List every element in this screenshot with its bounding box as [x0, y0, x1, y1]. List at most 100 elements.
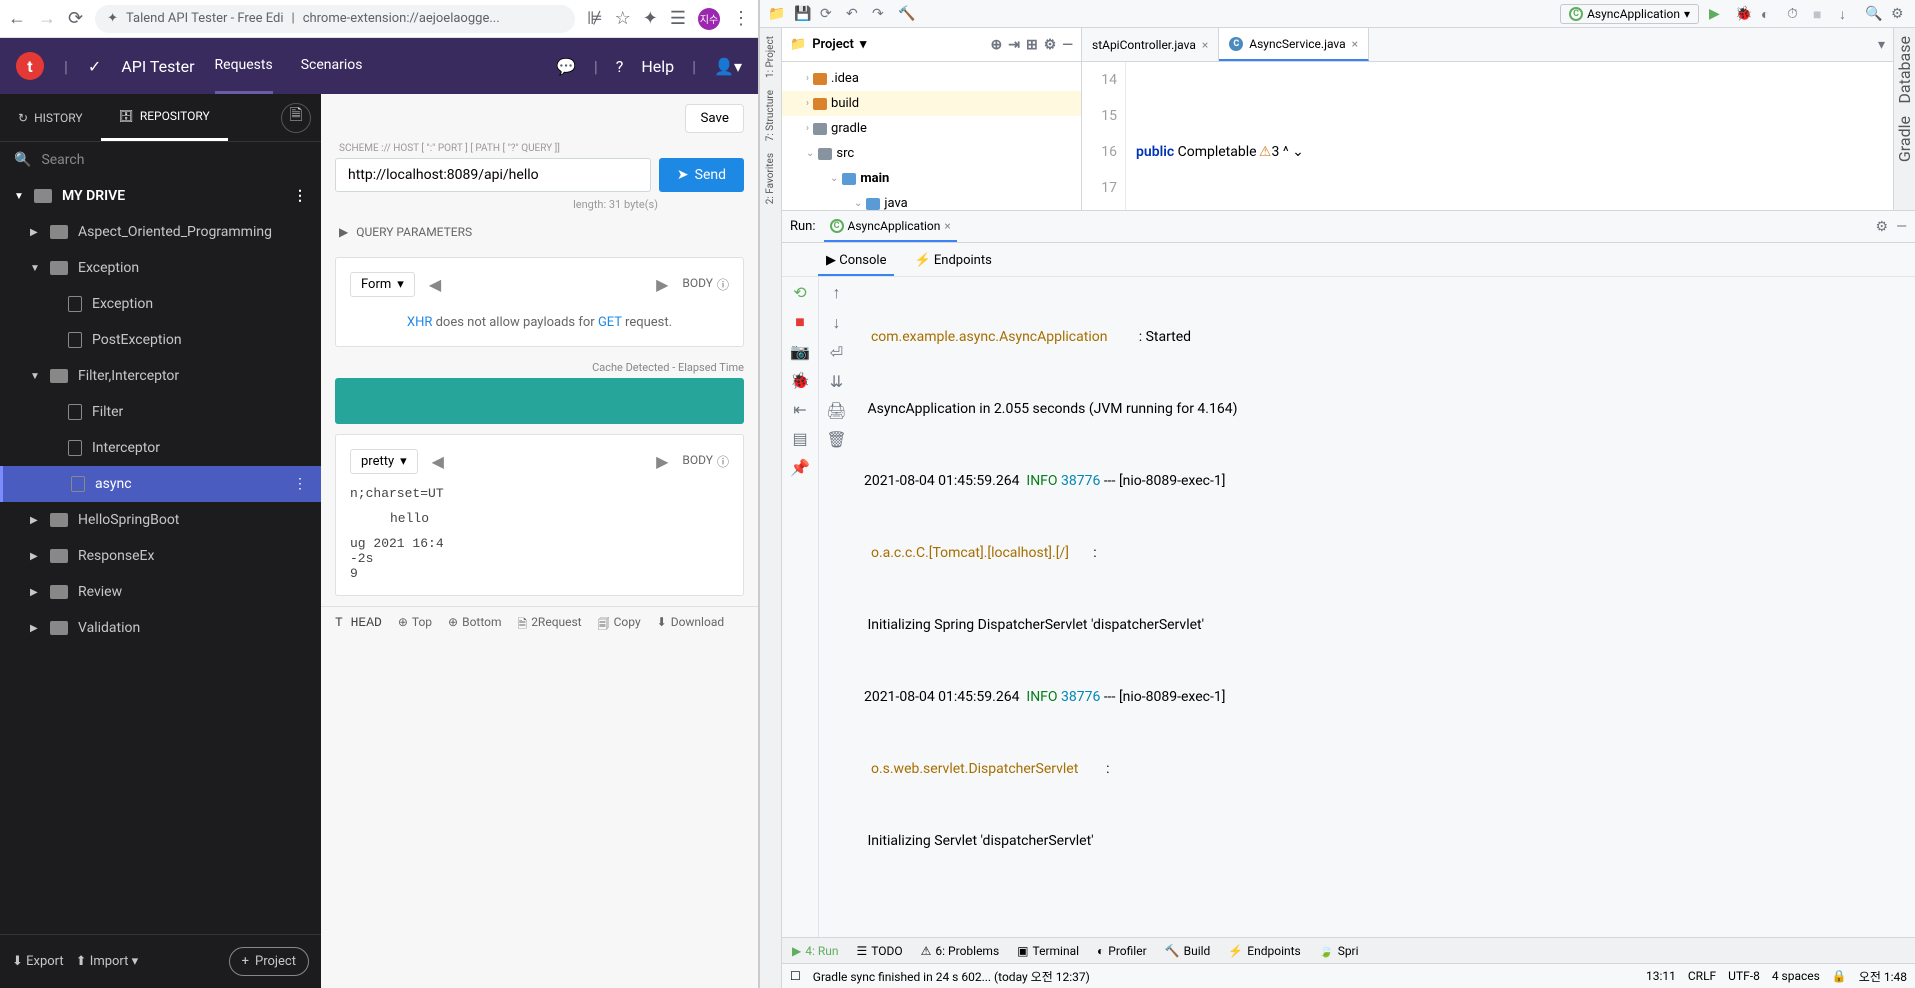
- down-icon[interactable]: ↓: [833, 313, 841, 333]
- btab-todo[interactable]: ☰ TODO: [857, 944, 903, 958]
- check-icon[interactable]: ✓: [88, 57, 101, 76]
- btab-build[interactable]: 🔨 Build: [1165, 944, 1211, 958]
- print-icon[interactable]: 🖨: [826, 401, 846, 420]
- my-drive[interactable]: ▼MY DRIVE⋮: [0, 178, 321, 214]
- debug-icon[interactable]: 🐞: [1735, 6, 1751, 22]
- project-button[interactable]: + Project: [229, 947, 309, 976]
- reload-icon[interactable]: ⟳: [68, 8, 83, 29]
- query-params-toggle[interactable]: ▶QUERY PARAMETERS: [321, 217, 758, 247]
- bottom-button[interactable]: ⊕Bottom: [448, 615, 501, 636]
- settings-icon[interactable]: ⚙: [1891, 6, 1907, 22]
- bug-icon[interactable]: 🐞: [790, 371, 810, 390]
- status-icon[interactable]: ☐: [790, 969, 801, 983]
- item-hellospring[interactable]: ▶HelloSpringBoot: [0, 502, 321, 538]
- exit-icon[interactable]: ⇤: [793, 400, 806, 419]
- menu-icon[interactable]: ⋮: [732, 8, 750, 29]
- save-button[interactable]: Save: [685, 104, 744, 133]
- tree-gradle[interactable]: ›gradle: [782, 116, 1081, 141]
- profile-icon[interactable]: ⏱: [1787, 6, 1803, 22]
- btab-spring[interactable]: 🍃 Spri: [1319, 944, 1359, 958]
- side-tab-gradle[interactable]: Gradle: [1895, 116, 1914, 162]
- split-icon[interactable]: ⊞: [1026, 37, 1038, 53]
- save-icon[interactable]: 💾: [794, 6, 810, 22]
- tab-repository[interactable]: 🗄REPOSITORY: [101, 94, 228, 141]
- search-icon[interactable]: 🔍: [1865, 6, 1881, 22]
- top-button[interactable]: ⊕Top: [398, 615, 432, 636]
- scroll-icon[interactable]: ⇊: [830, 372, 843, 391]
- btab-terminal[interactable]: ▣ Terminal: [1017, 944, 1079, 958]
- item-filter[interactable]: Filter: [0, 394, 321, 430]
- nav-scenarios[interactable]: Scenarios: [301, 39, 363, 94]
- extensions-icon[interactable]: ✦: [643, 8, 658, 29]
- prev-icon[interactable]: ◀: [429, 275, 441, 294]
- side-tab-structure[interactable]: 7: Structure: [765, 90, 776, 141]
- side-tab-project[interactable]: 1: Project: [765, 36, 776, 78]
- send-button[interactable]: ➤Send: [659, 158, 744, 192]
- address-bar[interactable]: ✦ Talend API Tester - Free Edi | chrome-…: [95, 5, 575, 33]
- expand-icon[interactable]: ▶: [656, 275, 668, 294]
- minimize-icon[interactable]: —: [1896, 219, 1907, 235]
- tree-src[interactable]: ⌄src: [782, 141, 1081, 166]
- trash-icon[interactable]: 🗑: [826, 430, 846, 449]
- editor-tab-restapi[interactable]: stApiController.java×: [1082, 28, 1219, 61]
- nav-requests[interactable]: Requests: [215, 39, 273, 94]
- tree-java[interactable]: ⌄java: [782, 191, 1081, 210]
- editor-tab-asyncservice[interactable]: CAsyncService.java×: [1219, 28, 1369, 61]
- target-icon[interactable]: ⊕: [991, 37, 1003, 53]
- form-dropdown[interactable]: Form▾: [350, 272, 415, 297]
- item-async[interactable]: async⋮: [0, 466, 321, 502]
- pin-icon[interactable]: 📌: [790, 458, 810, 477]
- close-icon[interactable]: ×: [1202, 38, 1208, 52]
- run-config-select[interactable]: CAsyncApplication▾: [1560, 4, 1699, 24]
- project-label[interactable]: Project: [812, 37, 854, 52]
- url-input[interactable]: [335, 158, 651, 192]
- gear-icon[interactable]: ⚙: [1876, 219, 1889, 235]
- star-icon[interactable]: ☆: [615, 8, 631, 29]
- help-label[interactable]: Help: [641, 57, 674, 76]
- build-icon[interactable]: 🔨: [898, 6, 914, 22]
- item-review[interactable]: ▶Review: [0, 574, 321, 610]
- up-icon[interactable]: ↑: [833, 283, 841, 303]
- pretty-dropdown[interactable]: pretty▾: [350, 449, 418, 474]
- profile-avatar[interactable]: 지수: [698, 8, 720, 30]
- reading-list-icon[interactable]: ☰: [670, 8, 686, 29]
- collapse-icon[interactable]: ⇥: [1008, 37, 1020, 53]
- tree-idea[interactable]: ›.idea: [782, 66, 1081, 91]
- coverage-icon[interactable]: ◐: [1761, 6, 1777, 22]
- prev-icon[interactable]: ◀: [432, 452, 444, 471]
- line-ending[interactable]: CRLF: [1688, 969, 1716, 983]
- stop-icon[interactable]: ■: [795, 312, 805, 332]
- translate-icon[interactable]: ⊯: [587, 8, 603, 29]
- vcs-icon[interactable]: ↓: [1839, 6, 1855, 22]
- export-button[interactable]: ⬇ Export: [12, 954, 64, 969]
- help-icon[interactable]: ?: [616, 57, 624, 76]
- item-exception-file[interactable]: Exception: [0, 286, 321, 322]
- run-tab-asyncapp[interactable]: CAsyncApplication×: [824, 211, 957, 242]
- btab-endpoints[interactable]: ⚡ Endpoints: [1228, 944, 1300, 958]
- code-area[interactable]: public Completable⚠3 ^ ⌄ return new Asyn…: [1126, 62, 1310, 210]
- import-button[interactable]: ⬆ Import ▾: [76, 954, 139, 969]
- forward-icon[interactable]: →: [38, 8, 56, 29]
- tree-main[interactable]: ⌄main: [782, 166, 1081, 191]
- wrap-icon[interactable]: ⏎: [830, 343, 843, 362]
- item-interceptor[interactable]: Interceptor: [0, 430, 321, 466]
- run-icon[interactable]: ▶: [1709, 6, 1725, 22]
- folder-open-icon[interactable]: 📁: [768, 6, 784, 22]
- tab-history[interactable]: ↻HISTORY: [0, 111, 101, 125]
- expand-icon[interactable]: ▶: [656, 452, 668, 471]
- side-tab-favorites[interactable]: 2: Favorites: [765, 153, 776, 204]
- gear-icon[interactable]: ⚙: [1044, 37, 1057, 53]
- item-aop[interactable]: ▶Aspect_Oriented_Programming: [0, 214, 321, 250]
- undo-icon[interactable]: ↶: [846, 6, 862, 22]
- search-input[interactable]: 🔍Search: [0, 142, 321, 178]
- item-postexception[interactable]: PostException: [0, 322, 321, 358]
- btab-problems[interactable]: ⚠ 6: Problems: [921, 944, 1000, 958]
- btab-profiler[interactable]: ◐ Profiler: [1097, 944, 1147, 958]
- user-icon[interactable]: 👤▾: [714, 57, 742, 76]
- camera-icon[interactable]: 📷: [790, 342, 810, 361]
- tree-build[interactable]: ›build: [782, 91, 1081, 116]
- close-icon[interactable]: ×: [1352, 37, 1358, 51]
- chat-icon[interactable]: 💬: [556, 57, 576, 76]
- copy-button[interactable]: 🗐Copy: [598, 615, 641, 636]
- minimize-icon[interactable]: —: [1062, 37, 1073, 53]
